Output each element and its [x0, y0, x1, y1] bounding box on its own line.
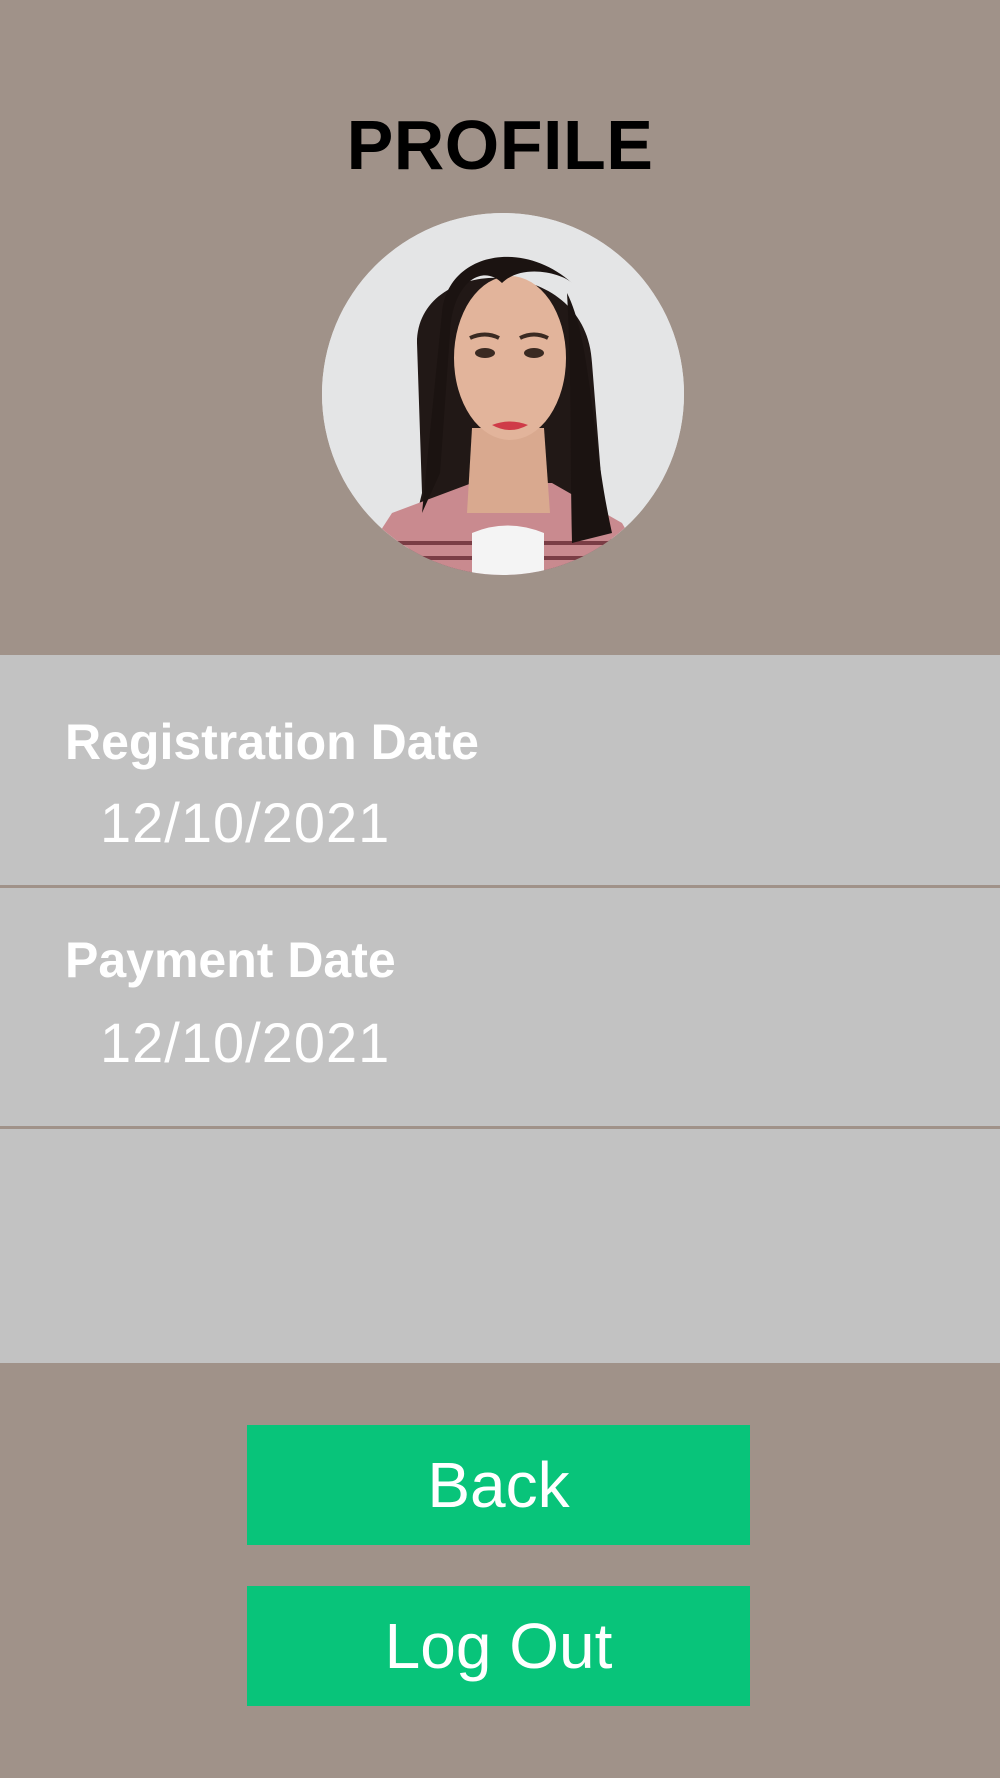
back-button[interactable]: Back [247, 1425, 750, 1545]
registration-date-label: Registration Date [65, 714, 479, 770]
profile-header: PROFILE [0, 0, 1000, 655]
payment-date-row: Payment Date 12/10/2021 [0, 888, 1000, 1123]
payment-date-value: 12/10/2021 [100, 1011, 391, 1074]
logout-button[interactable]: Log Out [247, 1586, 750, 1706]
profile-info-panel: Registration Date 12/10/2021 Payment Dat… [0, 655, 1000, 1363]
avatar [322, 213, 684, 575]
divider [0, 1126, 1000, 1129]
registration-date-row: Registration Date 12/10/2021 [0, 655, 1000, 885]
payment-date-label: Payment Date [65, 932, 396, 988]
profile-photo [322, 213, 684, 575]
page-title: PROFILE [346, 106, 654, 184]
registration-date-value: 12/10/2021 [100, 791, 391, 854]
